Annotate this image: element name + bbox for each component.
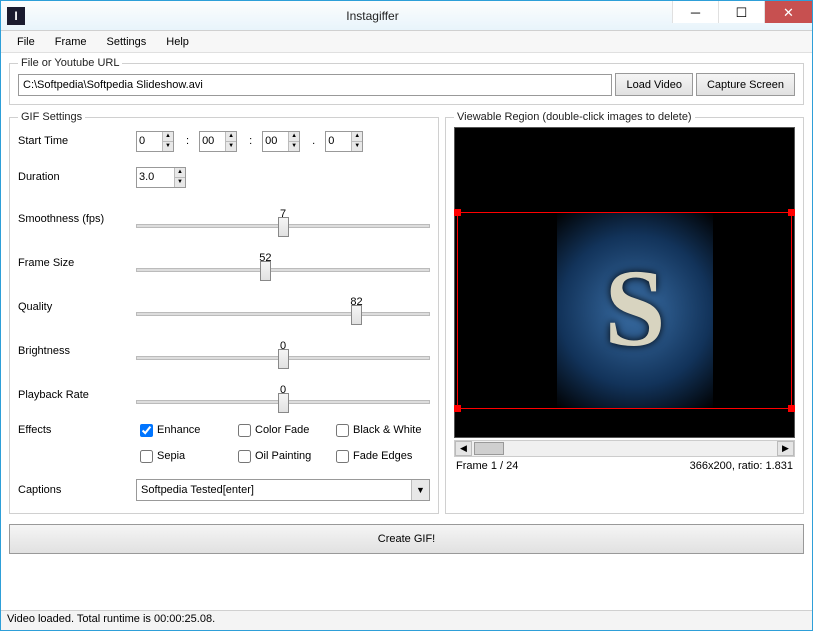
menu-bar: File Frame Settings Help <box>1 31 812 53</box>
slider-label: Brightness <box>18 345 136 357</box>
effect-black-white[interactable]: Black & White <box>332 421 424 440</box>
frame-scrollbar[interactable]: ◀ ▶ <box>454 440 795 457</box>
crop-handle-tr[interactable] <box>788 209 795 216</box>
slider-thumb[interactable] <box>351 305 362 325</box>
slider-1[interactable]: 52 <box>136 254 430 272</box>
spin-down-icon[interactable]: ▼ <box>174 178 185 187</box>
menu-settings[interactable]: Settings <box>97 33 157 51</box>
dimensions-label: 366x200, ratio: 1.831 <box>690 460 793 472</box>
effect-oil-painting[interactable]: Oil Painting <box>234 447 326 466</box>
menu-frame[interactable]: Frame <box>45 33 97 51</box>
effect-enhance[interactable]: Enhance <box>136 421 228 440</box>
checkbox[interactable] <box>336 450 349 463</box>
scroll-thumb[interactable] <box>474 442 504 455</box>
slider-label: Frame Size <box>18 257 136 269</box>
close-button[interactable]: ✕ <box>764 1 812 23</box>
start-hour-spinner[interactable]: ▲▼ <box>136 131 174 152</box>
scroll-right-icon[interactable]: ▶ <box>777 441 794 456</box>
app-icon: I <box>7 7 25 25</box>
capture-screen-button[interactable]: Capture Screen <box>696 73 795 96</box>
frame-counter: Frame 1 / 24 <box>456 460 518 472</box>
crop-handle-br[interactable] <box>788 405 795 412</box>
slider-thumb[interactable] <box>278 393 289 413</box>
duration-spinner[interactable]: ▲▼ <box>136 167 186 188</box>
slider-thumb[interactable] <box>278 217 289 237</box>
create-gif-button[interactable]: Create GIF! <box>9 524 804 554</box>
effect-fade-edges[interactable]: Fade Edges <box>332 447 424 466</box>
slider-2[interactable]: 82 <box>136 298 430 316</box>
slider-thumb[interactable] <box>260 261 271 281</box>
time-sep: . <box>312 135 315 147</box>
gif-settings-group: GIF Settings Start Time ▲▼ : ▲▼ : ▲▼ . ▲… <box>9 111 439 514</box>
crop-box[interactable] <box>457 212 792 409</box>
checkbox-label: Color Fade <box>255 424 309 436</box>
start-ms-spinner[interactable]: ▲▼ <box>325 131 363 152</box>
scroll-left-icon[interactable]: ◀ <box>455 441 472 456</box>
spin-up-icon[interactable]: ▲ <box>174 168 185 178</box>
spin-down-icon[interactable]: ▼ <box>225 142 236 151</box>
captions-label: Captions <box>18 484 136 496</box>
captions-input[interactable] <box>137 480 411 500</box>
slider-label: Quality <box>18 301 136 313</box>
start-sec-input[interactable] <box>263 132 288 151</box>
spin-down-icon[interactable]: ▼ <box>162 142 173 151</box>
checkbox-label: Enhance <box>157 424 200 436</box>
checkbox[interactable] <box>140 450 153 463</box>
checkbox-label: Fade Edges <box>353 450 412 462</box>
start-sec-spinner[interactable]: ▲▼ <box>262 131 300 152</box>
window-controls: ─ ☐ ✕ <box>672 1 812 23</box>
checkbox[interactable] <box>140 424 153 437</box>
url-input[interactable] <box>18 74 612 96</box>
spin-up-icon[interactable]: ▲ <box>288 132 299 142</box>
start-ms-input[interactable] <box>326 132 351 151</box>
start-min-input[interactable] <box>200 132 225 151</box>
status-bar: Video loaded. Total runtime is 00:00:25.… <box>1 610 812 630</box>
slider-4[interactable]: 0 <box>136 386 430 404</box>
spin-down-icon[interactable]: ▼ <box>288 142 299 151</box>
load-video-button[interactable]: Load Video <box>615 73 692 96</box>
checkbox-label: Sepia <box>157 450 185 462</box>
gif-settings-legend: GIF Settings <box>18 111 85 123</box>
slider-label: Playback Rate <box>18 389 136 401</box>
title-bar: I Instagiffer ─ ☐ ✕ <box>1 1 812 31</box>
checkbox[interactable] <box>336 424 349 437</box>
spin-down-icon[interactable]: ▼ <box>351 142 362 151</box>
chevron-down-icon[interactable]: ▼ <box>411 480 429 500</box>
slider-0[interactable]: 7 <box>136 210 430 228</box>
scroll-track[interactable] <box>472 441 777 456</box>
checkbox-label: Oil Painting <box>255 450 311 462</box>
checkbox[interactable] <box>238 450 251 463</box>
menu-file[interactable]: File <box>7 33 45 51</box>
checkbox[interactable] <box>238 424 251 437</box>
menu-help[interactable]: Help <box>156 33 199 51</box>
start-min-spinner[interactable]: ▲▼ <box>199 131 237 152</box>
start-hour-input[interactable] <box>137 132 162 151</box>
spin-up-icon[interactable]: ▲ <box>351 132 362 142</box>
duration-label: Duration <box>18 171 136 183</box>
url-group: File or Youtube URL Load Video Capture S… <box>9 57 804 105</box>
maximize-button[interactable]: ☐ <box>718 1 764 23</box>
crop-handle-tl[interactable] <box>454 209 461 216</box>
crop-handle-bl[interactable] <box>454 405 461 412</box>
preview-viewer[interactable] <box>454 127 795 438</box>
effects-label: Effects <box>18 424 136 436</box>
effect-color-fade[interactable]: Color Fade <box>234 421 326 440</box>
duration-input[interactable] <box>137 168 174 187</box>
spin-up-icon[interactable]: ▲ <box>162 132 173 142</box>
url-legend: File or Youtube URL <box>18 57 122 69</box>
captions-combo[interactable]: ▼ <box>136 479 430 501</box>
checkbox-label: Black & White <box>353 424 421 436</box>
effect-sepia[interactable]: Sepia <box>136 447 228 466</box>
viewable-region-group: Viewable Region (double-click images to … <box>445 111 804 514</box>
viewable-legend: Viewable Region (double-click images to … <box>454 111 695 123</box>
slider-label: Smoothness (fps) <box>18 213 136 225</box>
slider-3[interactable]: 0 <box>136 342 430 360</box>
minimize-button[interactable]: ─ <box>672 1 718 23</box>
time-sep: : <box>186 135 189 147</box>
slider-thumb[interactable] <box>278 349 289 369</box>
spin-up-icon[interactable]: ▲ <box>225 132 236 142</box>
time-sep: : <box>249 135 252 147</box>
window-title: Instagiffer <box>33 9 712 23</box>
start-time-label: Start Time <box>18 135 136 147</box>
